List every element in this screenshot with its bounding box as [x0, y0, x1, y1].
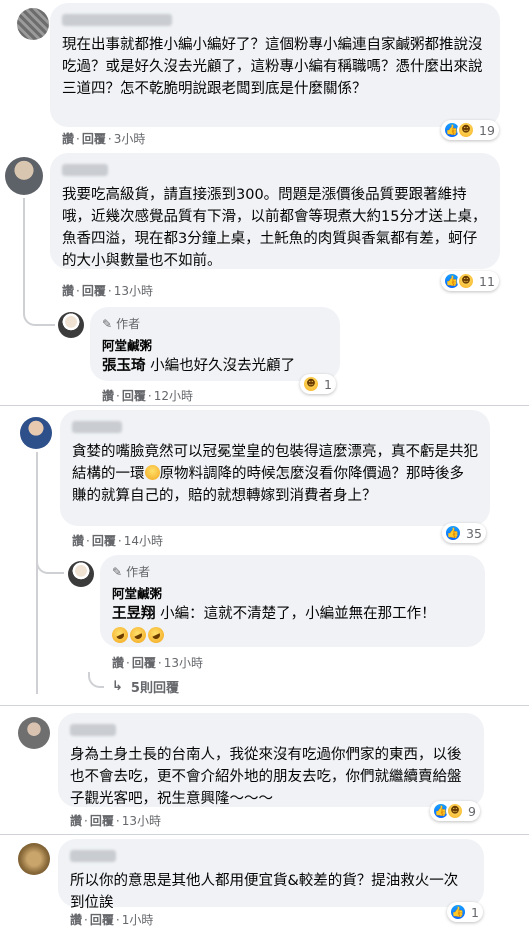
reaction-summary[interactable]: ☻ 1 — [300, 374, 336, 394]
reply-link[interactable]: 回覆 — [92, 534, 116, 548]
rofl-emoji-icon — [109, 624, 131, 646]
reply-link[interactable]: 回覆 — [132, 656, 156, 670]
avatar[interactable] — [5, 157, 43, 195]
like-link[interactable]: 讚 — [70, 814, 82, 828]
commenter-name-blurred[interactable] — [70, 724, 116, 736]
comment-actions: 讚 · 回覆 · 1小時 — [70, 913, 154, 927]
screenshot-divider — [0, 834, 529, 835]
reaction-count: 11 — [479, 273, 495, 289]
thread-line — [36, 452, 38, 694]
reply-link[interactable]: 回覆 — [90, 913, 114, 927]
rofl-emoji-icon — [127, 624, 149, 646]
reply-text: 張玉琦 小編也好久沒去光顧了 — [102, 358, 296, 374]
reply-text: 王昱翔 小編：這就不清楚了，小編並無在那工作！ — [112, 606, 436, 622]
reply-link[interactable]: 回覆 — [90, 814, 114, 828]
commenter-name-blurred[interactable] — [62, 14, 172, 26]
comment-actions: 讚 · 回覆 · 14小時 — [72, 534, 163, 548]
page-name[interactable]: 阿堂鹹粥 — [112, 583, 473, 602]
like-link[interactable]: 讚 — [62, 284, 74, 298]
haha-reaction-icon: ☻ — [446, 802, 464, 820]
reply-bubble: ✎ 作者 阿堂鹹粥 張玉琦 小編也好久沒去光顧了 — [90, 307, 340, 381]
timestamp[interactable]: 13小時 — [164, 656, 203, 670]
timestamp[interactable]: 3小時 — [114, 132, 146, 146]
comment-bubble: 所以你的意思是其他人都用便宜貨&較差的貨？提油救火一次到位誒 — [58, 839, 484, 911]
reaction-summary[interactable]: 👍 ☻ 11 — [441, 271, 499, 291]
comment-text: 所以你的意思是其他人都用便宜貨&較差的貨？提油救火一次到位誒 — [70, 873, 459, 911]
reaction-summary[interactable]: 👍 ☻ 19 — [441, 120, 499, 140]
like-link[interactable]: 讚 — [72, 534, 84, 548]
page-avatar[interactable] — [58, 312, 84, 338]
emoji-row — [109, 624, 473, 647]
like-link[interactable]: 讚 — [102, 389, 114, 403]
page-name[interactable]: 阿堂鹹粥 — [102, 335, 328, 354]
timestamp[interactable]: 13小時 — [114, 284, 153, 298]
view-more-replies-link[interactable]: ↳ 5則回覆 — [112, 677, 179, 696]
like-link[interactable]: 讚 — [112, 656, 124, 670]
mention-link[interactable]: 王昱翔 — [112, 606, 156, 622]
reaction-count: 35 — [466, 525, 482, 541]
pencil-icon: ✎ — [112, 564, 123, 579]
reply-link[interactable]: 回覆 — [122, 389, 146, 403]
like-link[interactable]: 讚 — [70, 913, 82, 927]
reaction-count: 19 — [479, 122, 495, 138]
comment-bubble: 我要吃高級貨，請直接漲到300。問題是漲價後品質要跟著維持哦，近幾次感覺品質有下… — [50, 153, 500, 269]
comment-actions: 讚 · 回覆 · 13小時 — [62, 284, 153, 298]
commenter-name-blurred[interactable] — [70, 850, 116, 862]
like-reaction-icon: 👍 — [449, 903, 467, 921]
grimace-emoji-icon — [144, 465, 160, 480]
timestamp[interactable]: 13小時 — [122, 814, 161, 828]
comment-bubble: 現在出事就都推小編小編好了？這個粉專小編連自家鹹粥都推說沒吃過？或是好久沒去光顧… — [50, 3, 500, 127]
haha-reaction-icon: ☻ — [302, 375, 320, 393]
reaction-summary[interactable]: 👍 1 — [447, 902, 483, 922]
reply-actions: 讚 · 回覆 · 12小時 — [102, 389, 193, 403]
comment-actions: 讚 · 回覆 · 13小時 — [70, 814, 161, 828]
comment-text: 身為土身土長的台南人，我從來沒有吃過你們家的東西，以後也不會去吃，更不會介紹外地… — [70, 747, 462, 807]
comment-bubble: 貪婪的嘴臉竟然可以冠冕堂皇的包裝得這麼漂亮，真不虧是共犯結構的一環 原物料調降的時… — [60, 410, 490, 526]
avatar[interactable] — [18, 717, 50, 749]
like-reaction-icon: 👍 — [444, 524, 462, 542]
thread-line — [88, 672, 104, 688]
reaction-summary[interactable]: 👍 ☻ 9 — [430, 801, 480, 821]
haha-reaction-icon: ☻ — [457, 121, 475, 139]
pencil-icon: ✎ — [102, 316, 113, 331]
screenshot-divider — [0, 705, 529, 706]
timestamp[interactable]: 12小時 — [154, 389, 193, 403]
author-badge: ✎ 作者 — [112, 564, 151, 580]
reply-arrow-icon: ↳ — [112, 679, 123, 694]
rofl-emoji-icon — [145, 624, 167, 646]
reply-bubble: ✎ 作者 阿堂鹹粥 王昱翔 小編：這就不清楚了，小編並無在那工作！ — [100, 555, 485, 647]
comment-text: 現在出事就都推小編小編好了？這個粉專小編連自家鹹粥都推說沒吃過？或是好久沒去光顧… — [62, 37, 483, 97]
reaction-count: 1 — [471, 904, 479, 920]
comment-actions: 讚 · 回覆 · 3小時 — [62, 132, 146, 146]
haha-reaction-icon: ☻ — [457, 272, 475, 290]
comment-text: 貪婪的嘴臉竟然可以冠冕堂皇的包裝得這麼漂亮，真不虧是共犯結構的一環 原物料調降的時… — [72, 444, 478, 504]
reply-actions: 讚 · 回覆 · 13小時 — [112, 656, 203, 670]
reply-link[interactable]: 回覆 — [82, 132, 106, 146]
comment-text: 我要吃高級貨，請直接漲到300。問題是漲價後品質要跟著維持哦，近幾次感覺品質有下… — [62, 187, 487, 269]
commenter-name-blurred[interactable] — [62, 164, 108, 176]
avatar[interactable] — [17, 8, 49, 40]
timestamp[interactable]: 1小時 — [122, 913, 154, 927]
author-badge: ✎ 作者 — [102, 316, 141, 332]
mention-link[interactable]: 張玉琦 — [102, 358, 146, 374]
reaction-count: 1 — [324, 376, 332, 392]
page-avatar[interactable] — [68, 561, 94, 587]
timestamp[interactable]: 14小時 — [124, 534, 163, 548]
reaction-count: 9 — [468, 803, 476, 819]
screenshot-divider — [0, 405, 529, 406]
reaction-summary[interactable]: 👍 35 — [442, 523, 486, 543]
thread-line — [36, 540, 64, 574]
commenter-name-blurred[interactable] — [72, 421, 122, 433]
avatar[interactable] — [20, 417, 52, 449]
like-link[interactable]: 讚 — [62, 132, 74, 146]
comment-bubble: 身為土身土長的台南人，我從來沒有吃過你們家的東西，以後也不會去吃，更不會介紹外地… — [58, 713, 484, 807]
reply-link[interactable]: 回覆 — [82, 284, 106, 298]
avatar[interactable] — [18, 843, 50, 875]
